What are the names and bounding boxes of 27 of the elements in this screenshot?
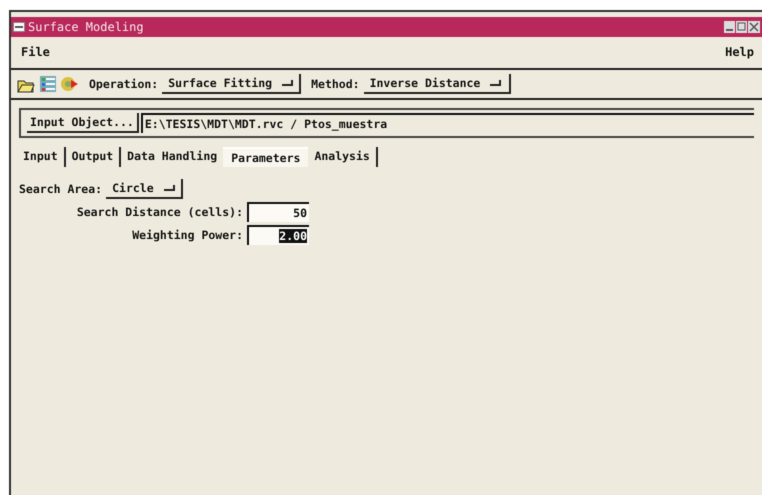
caret-icon [490,80,502,86]
operation-label: Operation: [89,77,158,91]
tab[interactable]: Analysis [308,147,378,167]
number-field[interactable]: 2.00 [247,225,309,245]
input-object-button[interactable]: Input Object... [27,113,139,133]
input-path-field[interactable]: E:\TESIS\MDT\MDT.rvc / Ptos_muestra [140,113,754,133]
list-icon[interactable] [39,75,57,93]
method-dropdown[interactable]: Inverse Distance [364,74,512,94]
number-field[interactable]: 50 [247,202,309,222]
tab[interactable]: Parameters [223,147,308,167]
window-menu-icon[interactable] [13,22,25,32]
window-title: Surface Modeling [28,20,144,34]
parameter-dropdown[interactable]: Circle [106,179,183,199]
parameter-label: Search Distance (cells): [76,205,243,219]
tab[interactable]: Output [66,147,122,167]
tab[interactable]: Data Handling [121,147,224,167]
tab[interactable]: Input [17,147,66,167]
parameter-label: Weighting Power: [132,228,243,242]
caret-icon [164,185,175,191]
run-icon[interactable] [61,75,79,93]
help-menu[interactable]: Help [725,45,754,59]
file-menu[interactable]: File [21,45,50,59]
parameter-label: Search Area: [19,182,102,196]
method-label: Method: [311,77,360,91]
operation-dropdown[interactable]: Surface Fitting [162,74,302,94]
caret-icon [282,80,294,86]
window-controls-icon[interactable] [724,20,760,34]
